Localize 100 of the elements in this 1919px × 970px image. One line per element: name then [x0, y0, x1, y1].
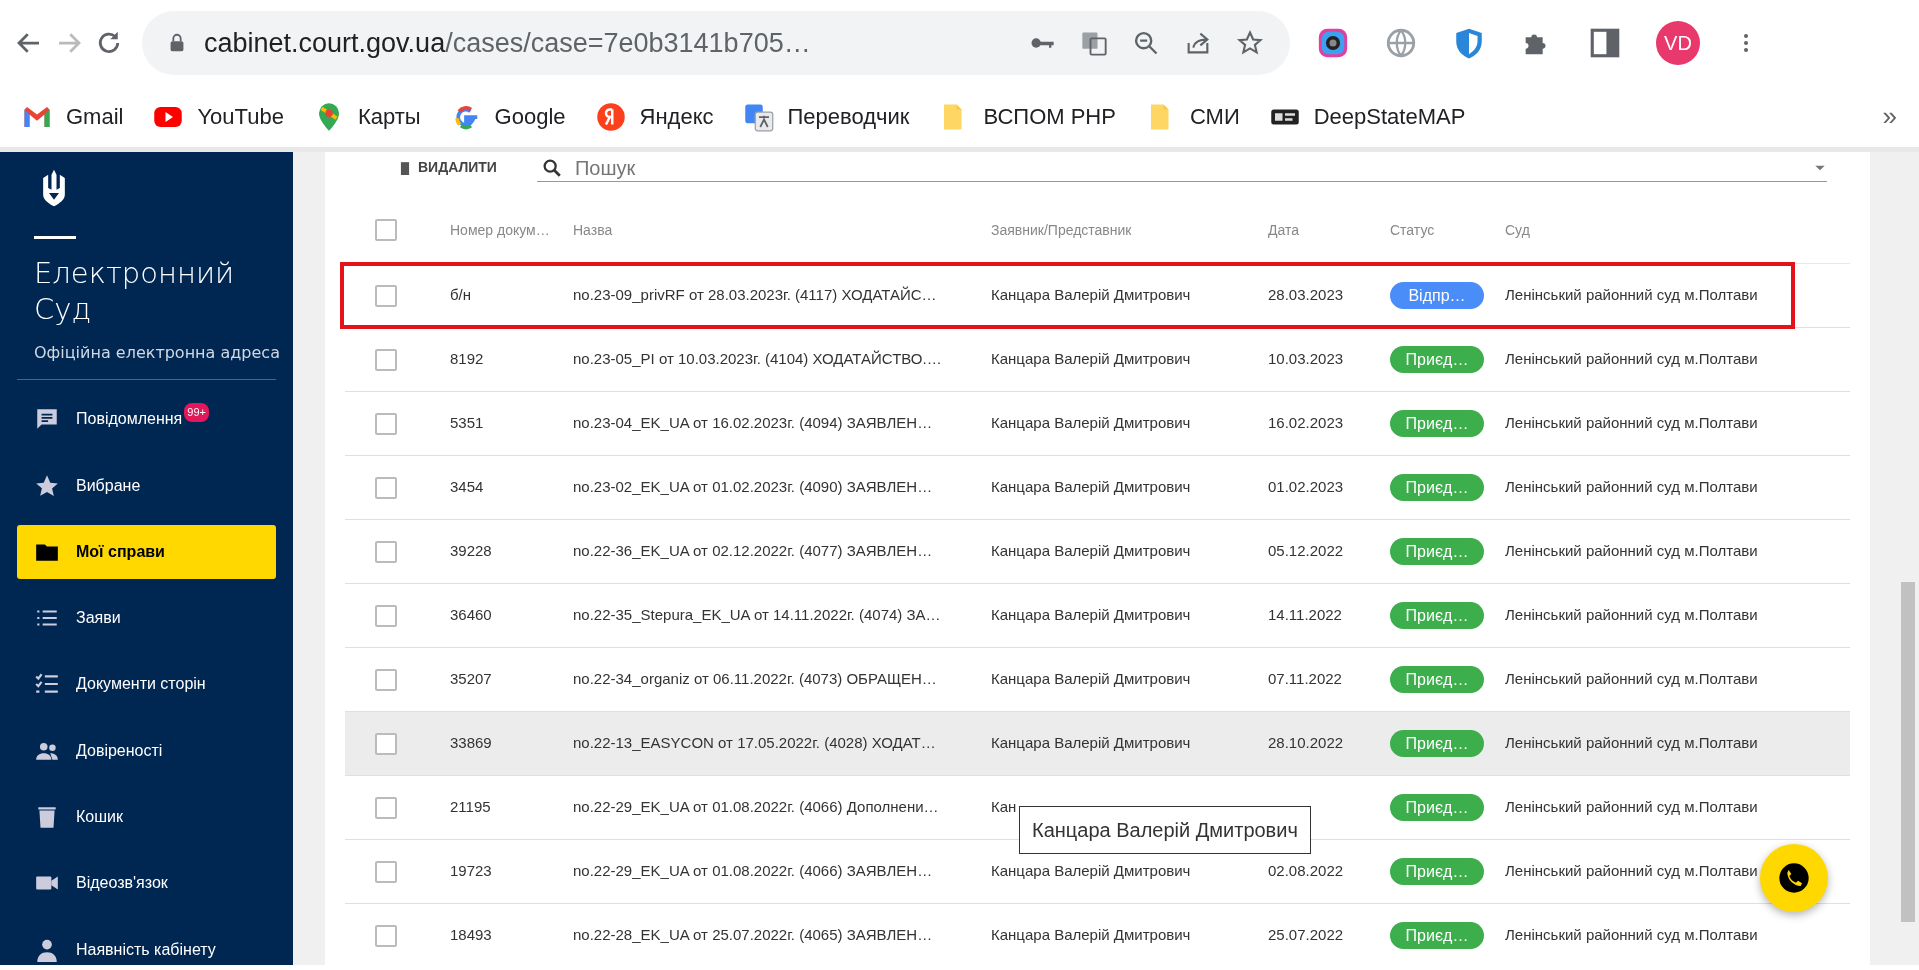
sidebar-item[interactable]: Повідомлення 99+	[17, 392, 276, 447]
status-pill: Приєд…	[1390, 410, 1484, 437]
table-cell-text: 25.07.2022	[1268, 925, 1344, 946]
table-cell-text: 19723	[450, 861, 492, 882]
bookmark[interactable]: ВСПОМ PHP	[939, 100, 1116, 133]
select-all-checkbox[interactable]	[375, 219, 397, 241]
app-title: Електронний Суд	[34, 255, 234, 327]
table-cell-text: Канцара Валерій Дмитрович	[991, 669, 1191, 690]
table-cell-text: no.23-05_PI от 10.03.2023г. (4104) ХОДАТАЙСТВО.…	[573, 349, 942, 370]
table-cell-text: Канцара Валерій Дмитрович	[991, 605, 1191, 626]
table-cell-text: Кан	[991, 797, 1017, 818]
row-checkbox[interactable]	[375, 732, 397, 755]
column-header[interactable]: Дата	[1268, 220, 1299, 241]
circle-logo-icon	[595, 101, 626, 132]
sidebar-item[interactable]: Кошик	[17, 790, 276, 845]
table-cell-text: Канцара Валерій Дмитрович	[991, 349, 1191, 370]
sidebar-item[interactable]: Вибране	[17, 458, 276, 513]
row-checkbox[interactable]	[375, 924, 397, 947]
column-header[interactable]: Статус	[1390, 220, 1435, 241]
table-cell-text: 05.12.2022	[1268, 541, 1344, 562]
table-cell-text: 07.11.2022	[1268, 669, 1342, 690]
table-cell-text: no.22-29_EK_UA от 01.08.2022г. (4066) Дополнени…	[573, 797, 939, 818]
table-cell-text: Канцара Валерій Дмитрович	[991, 477, 1191, 498]
table-cell-text: no.22-13_EASYCON от 17.05.2022г. (4028) ХОДАТ…	[573, 733, 936, 754]
bookmark[interactable]: Gmail	[22, 100, 124, 133]
table-cell-text: 35207	[450, 669, 492, 690]
table-cell-text: 02.08.2022	[1268, 861, 1344, 882]
star-icon[interactable]	[1236, 29, 1264, 57]
table-cell-text: no.22-36_EK_UA от 02.12.2022г. (4077) ЗАЯВЛЕН…	[573, 541, 933, 562]
sidebar-item[interactable]: Наявність кабінету	[17, 922, 276, 965]
row-checkbox[interactable]	[375, 796, 397, 819]
sidebar-item[interactable]: Відеозв'язок	[17, 856, 276, 911]
phone-icon	[1778, 862, 1810, 894]
sidebar-item[interactable]: Документи сторін	[17, 657, 276, 712]
column-header[interactable]: Назва	[573, 220, 613, 241]
sidebar-item[interactable]: Мої справи	[17, 524, 276, 579]
bookmark[interactable]: DeepStateMAP	[1269, 100, 1466, 133]
count-badge: 99+	[184, 403, 209, 422]
row-checkbox[interactable]	[375, 540, 397, 563]
table-cell-text: Ленінський районний суд м.Полтави	[1505, 605, 1758, 626]
profile-avatar[interactable]: VD	[1656, 21, 1700, 65]
table-cell-text: б/н	[450, 285, 472, 306]
column-header[interactable]: Номер докум…	[450, 220, 550, 241]
search-field[interactable]: Пошук	[574, 154, 1801, 181]
globe-icon[interactable]	[1384, 26, 1418, 60]
status-pill: Приєд…	[1390, 602, 1484, 629]
bookmark[interactable]: Google	[450, 100, 566, 133]
sidebar-item[interactable]: Довіреності	[17, 723, 276, 778]
table-cell-text: Канцара Валерій Дмитрович	[991, 733, 1191, 754]
table-cell-text: Канцара Валерій Дмитрович	[991, 925, 1191, 946]
table-cell-text: no.23-09_privRF от 28.03.2023г. (4117) ХОДАТАЙС…	[573, 285, 937, 306]
table-cell-text: Канцара Валерій Дмитрович	[991, 285, 1191, 306]
table-cell-text: 36460	[450, 605, 492, 626]
column-header[interactable]: Суд	[1505, 220, 1530, 241]
table-cell-text: no.22-29_EK_UA от 01.08.2022г. (4066) ЗАЯВЛЕН…	[573, 861, 933, 882]
column-header[interactable]: Заявник/Представник	[991, 220, 1132, 241]
bookmark[interactable]: Яндекс	[595, 100, 714, 133]
status-pill: Приєд…	[1390, 794, 1484, 821]
trash-icon	[398, 159, 412, 176]
row-checkbox[interactable]	[375, 668, 397, 691]
delete-button[interactable]: ВИДАЛИТИ	[398, 157, 497, 178]
table-cell-text: Ленінський районний суд м.Полтави	[1505, 349, 1758, 370]
status-pill: Приєд…	[1390, 538, 1484, 565]
row-checkbox[interactable]	[375, 412, 397, 435]
zoom-out-icon[interactable]	[1132, 29, 1160, 57]
table-cell-text: 01.02.2023	[1268, 477, 1344, 498]
row-checkbox[interactable]	[375, 604, 397, 627]
tooltip: Канцара Валерій Дмитрович	[1019, 806, 1311, 854]
table-cell-text: 5351	[450, 413, 484, 434]
side-panel-icon[interactable]	[1588, 26, 1622, 60]
camera-icon[interactable]	[1316, 26, 1350, 60]
table-cell-text: no.22-28_EK_UA от 25.07.2022г. (4065) ЗАЯВЛЕН…	[573, 925, 933, 946]
status-pill: Приєд…	[1390, 346, 1484, 373]
table-cell-text: no.22-35_Stepura_EK_UA от 14.11.2022г. (4074) ЗА…	[573, 605, 941, 626]
row-checkbox[interactable]	[375, 284, 397, 307]
row-checkbox[interactable]	[375, 476, 397, 499]
bookmarks-overflow[interactable]: »	[1882, 97, 1897, 136]
table-cell-text: 16.02.2023	[1268, 413, 1344, 434]
status-pill: Приєд…	[1390, 474, 1484, 501]
row-checkbox[interactable]	[375, 860, 397, 883]
table-cell-text: no.23-02_EK_UA от 01.02.2023г. (4090) ЗАЯВЛЕН…	[573, 477, 933, 498]
table-cell-text: 33869	[450, 733, 492, 754]
hovered-row-background[interactable]: 33869 no.22-13_EASYCON от 17.05.2022г. (4028) ХОДАТ… Канцара Валерій Дмитрович 28.10.2022 Приєд… Ленінський районний суд м.Полтави	[345, 712, 1850, 776]
bookmark[interactable]: Переводчик	[743, 100, 910, 133]
address-bar[interactable]: cabinet.court.gov.ua/cases/case=7e0b3141b705…	[142, 11, 1290, 75]
table-cell-text: Ленінський районний суд м.Полтави	[1505, 541, 1758, 562]
sidebar-item[interactable]: Заяви	[17, 591, 276, 646]
table-cell-text: 18493	[450, 925, 492, 946]
url-text: cabinet.court.gov.ua/cases/case=7e0b3141b705…	[204, 26, 812, 60]
table-cell-text: 28.10.2022	[1268, 733, 1344, 754]
bookmark[interactable]: Карты	[313, 100, 421, 133]
table-cell-text: 14.11.2022	[1268, 605, 1342, 626]
bookmark[interactable]: YouTube	[153, 100, 284, 133]
table-cell-text: Канцара Валерій Дмитрович	[991, 861, 1191, 882]
scrollbar-thumb[interactable]	[1901, 582, 1915, 922]
table-cell-text: Ленінський районний суд м.Полтави	[1505, 477, 1758, 498]
status-pill: Приєд…	[1390, 666, 1484, 693]
bookmark[interactable]: СМИ	[1145, 100, 1240, 133]
table-cell-text: Ленінський районний суд м.Полтави	[1505, 925, 1758, 946]
row-checkbox[interactable]	[375, 348, 397, 371]
